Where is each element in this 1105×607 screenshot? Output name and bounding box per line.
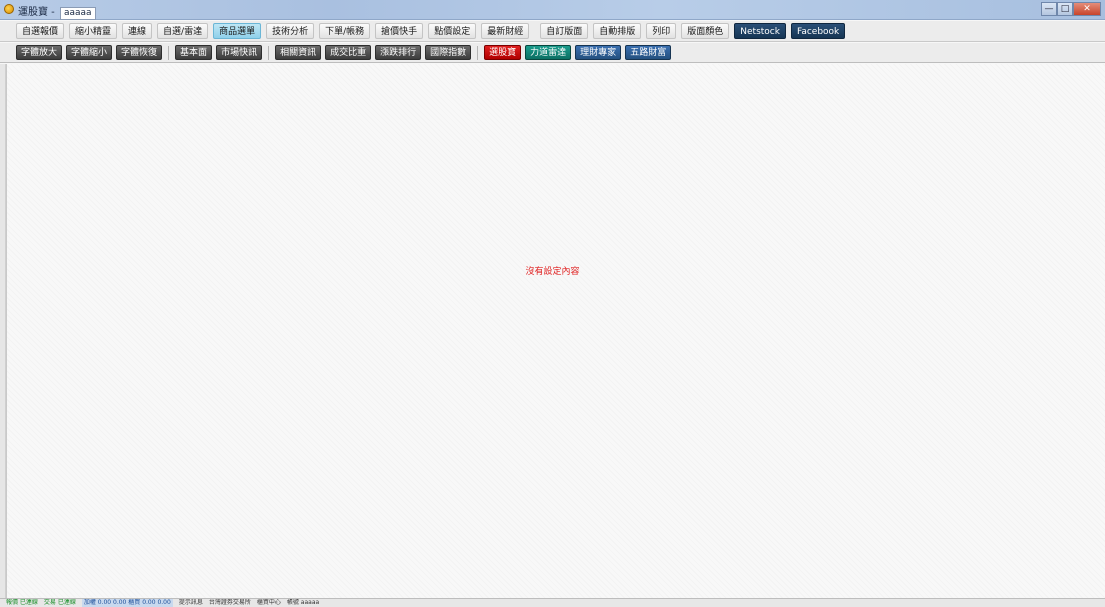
netstock-link[interactable]: Netstock	[734, 23, 786, 39]
related-info-button[interactable]: 相關資訊	[275, 45, 322, 60]
toolbar-divider	[477, 45, 479, 60]
menu-product-list[interactable]: 商品選單	[213, 23, 262, 39]
status-exchange: 台灣證券交易所	[208, 599, 251, 606]
menu-auto-layout[interactable]: 自動排版	[593, 23, 642, 39]
menu-mini-wizard[interactable]: 縮小精靈	[69, 23, 118, 39]
status-bar: 報價 已連線 交易 已連線 加權 0.00 0.00 櫃買 0.00 0.00 …	[0, 598, 1105, 607]
menu-connect[interactable]: 連線	[122, 23, 153, 39]
international-index-button[interactable]: 國際指數	[425, 45, 472, 60]
fundamentals-button[interactable]: 基本面	[175, 45, 213, 60]
app-window: 運股寶 - aaaaa — □ ✕ 自選報價 縮小精靈 連線 自選/雷達 商品選…	[0, 0, 1105, 607]
title-bar[interactable]: 運股寶 - aaaaa — □ ✕	[0, 0, 1105, 20]
facebook-link[interactable]: Facebook	[790, 23, 846, 39]
finance-expert-button[interactable]: 理財專家	[575, 45, 622, 60]
five-way-wealth-button[interactable]: 五路財富	[625, 45, 672, 60]
menu-watchlist-quotes[interactable]: 自選報價	[16, 23, 65, 39]
toolbar-divider	[268, 45, 270, 60]
empty-content-message: 沒有設定內容	[525, 267, 580, 277]
menu-print[interactable]: 列印	[646, 23, 677, 39]
app-logo-icon	[4, 4, 14, 14]
volume-share-button[interactable]: 成交比重	[325, 45, 372, 60]
status-index-summary: 加權 0.00 0.00 櫃買 0.00 0.00	[81, 599, 173, 607]
momentum-radar-button[interactable]: 力道雷達	[525, 45, 572, 60]
status-otc: 櫃買中心	[256, 599, 281, 606]
menu-custom-layout[interactable]: 自訂版面	[540, 23, 589, 39]
font-smaller-button[interactable]: 字體縮小	[66, 45, 113, 60]
gainers-losers-button[interactable]: 漲跌排行	[375, 45, 422, 60]
menu-technical-analysis[interactable]: 技術分析	[266, 23, 315, 39]
window-controls: — □ ✕	[1041, 2, 1101, 17]
status-quote-connection: 報價 已連線	[6, 599, 38, 606]
menu-click-price-settings[interactable]: 點價設定	[428, 23, 477, 39]
menu-latest-finance[interactable]: 最新財經	[481, 23, 530, 39]
status-trade-connection: 交易 已連線	[43, 599, 76, 606]
window-title: 運股寶 - aaaaa	[18, 3, 96, 20]
market-news-button[interactable]: 市場快訊	[216, 45, 263, 60]
sub-toolbar: 字體放大 字體縮小 字體恢復 基本面 市場快訊 相關資訊 成交比重 漲跌排行 國…	[0, 43, 1105, 63]
status-account: 帳號 aaaaa	[286, 599, 320, 606]
main-content-area	[6, 64, 1105, 598]
menu-orders-accounts[interactable]: 下單/帳務	[319, 23, 371, 39]
stock-picker-button[interactable]: 選股寶	[484, 45, 522, 60]
menu-layout-color[interactable]: 版面顏色	[681, 23, 730, 39]
menu-watchlist-radar[interactable]: 自選/雷達	[157, 23, 209, 39]
menu-quick-trade[interactable]: 搶價快手	[375, 23, 424, 39]
close-button[interactable]: ✕	[1073, 2, 1101, 16]
status-message: 提示訊息	[178, 599, 203, 606]
main-toolbar: 自選報價 縮小精靈 連線 自選/雷達 商品選單 技術分析 下單/帳務 搶價快手 …	[0, 21, 1105, 42]
font-larger-button[interactable]: 字體放大	[16, 45, 63, 60]
toolbar-divider	[168, 45, 170, 60]
window-title-text: 運股寶 -	[18, 7, 58, 18]
minimize-button[interactable]: —	[1041, 2, 1057, 16]
font-reset-button[interactable]: 字體恢復	[116, 45, 163, 60]
maximize-button[interactable]: □	[1057, 2, 1073, 16]
account-name: aaaaa	[59, 7, 96, 20]
